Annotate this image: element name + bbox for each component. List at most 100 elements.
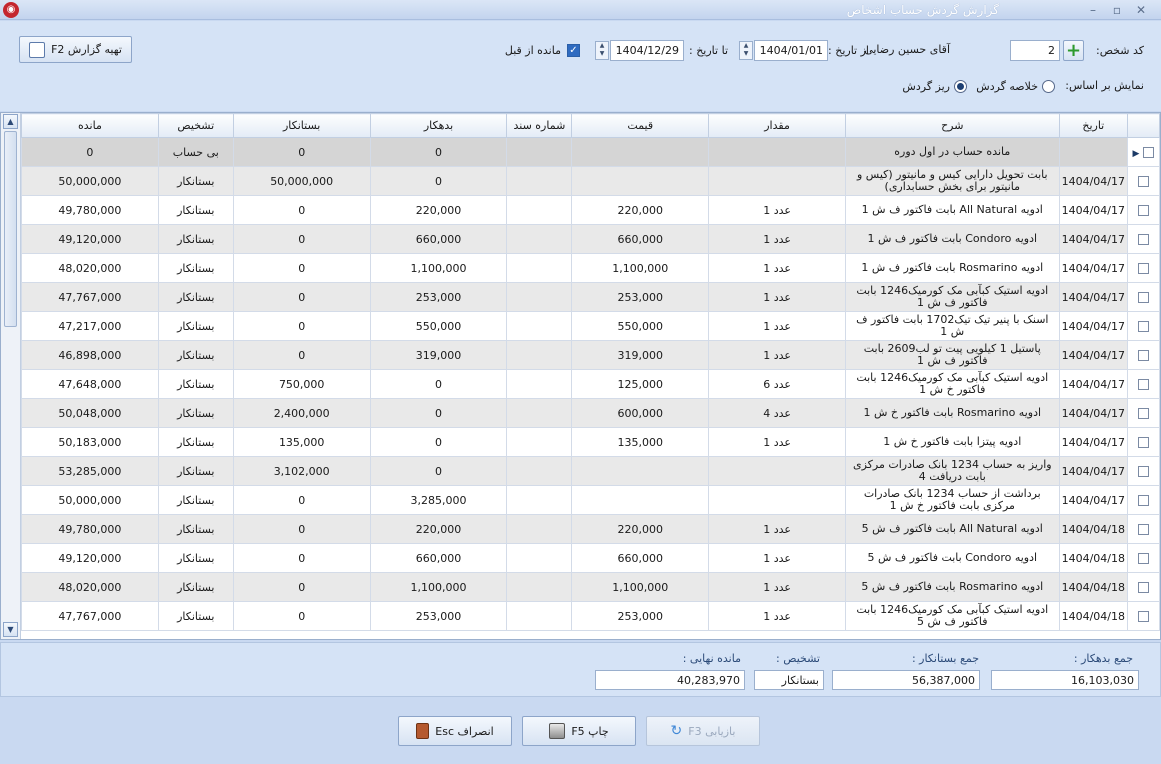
col-header-debit[interactable]: بدهکار (369, 113, 508, 138)
final-balance-label: مانده نهایی : (682, 652, 741, 665)
maximize-button[interactable]: ▫ (1108, 2, 1126, 18)
table-row[interactable]: 0 بی حساب 0 0 مانده حساب در اول دوره ▶ (21, 137, 1160, 167)
row-select-cell[interactable] (1127, 485, 1160, 515)
table-row[interactable]: 53,285,000 بستانکار 3,102,000 0 واریز به حسا… (21, 456, 1160, 486)
vertical-scrollbar[interactable]: ▲ ▼ (1, 113, 21, 639)
row-checkbox[interactable] (1138, 379, 1149, 390)
row-checkbox[interactable] (1138, 176, 1149, 187)
row-select-cell[interactable] (1127, 456, 1160, 486)
row-select-cell[interactable] (1127, 369, 1160, 399)
row-select-cell[interactable] (1127, 514, 1160, 544)
row-checkbox[interactable] (1138, 408, 1149, 419)
table-row[interactable]: 47,648,000 بستانکار 750,000 0 125,000 6 عدد اد… (21, 369, 1160, 399)
cell-debit: 1,100,000 (369, 253, 508, 283)
row-select-cell[interactable]: ▶ (1127, 137, 1160, 167)
table-row[interactable]: 49,780,000 بستانکار 0 220,000 220,000 1 عدد اد… (21, 195, 1160, 225)
row-checkbox[interactable] (1138, 234, 1149, 245)
app-icon[interactable]: ◉ (3, 2, 19, 18)
credit-total-value: 56,387,000 (832, 670, 980, 690)
from-date-input[interactable]: 1404/01/01 (754, 40, 828, 61)
cell-credit: 0 (232, 311, 371, 341)
row-select-cell[interactable] (1127, 166, 1160, 196)
row-select-cell[interactable] (1127, 224, 1160, 254)
cell-status: بستانکار (157, 224, 234, 254)
refresh-button[interactable]: بازیابی F3 ↻ (646, 716, 760, 746)
row-select-cell[interactable] (1127, 398, 1160, 428)
cell-desc: ادویه پیتزا بابت فاکتور خ ش 1 (844, 427, 1060, 457)
row-checkbox[interactable] (1138, 524, 1149, 535)
table-row[interactable]: 49,120,000 بستانکار 0 660,000 660,000 1 عدد اد… (21, 543, 1160, 573)
scroll-down-button[interactable]: ▼ (3, 622, 18, 637)
prepare-report-button[interactable]: تهیه گزارش F2 (19, 36, 132, 63)
table-row[interactable]: 47,217,000 بستانکار 0 550,000 550,000 1 عدد اس… (21, 311, 1160, 341)
row-checkbox[interactable] (1138, 495, 1149, 506)
col-header-status[interactable]: تشخیص (157, 113, 234, 138)
row-checkbox[interactable] (1138, 292, 1149, 303)
row-select-cell[interactable] (1127, 543, 1160, 573)
table-row[interactable]: 48,020,000 بستانکار 0 1,100,000 1,100,000 1 ع… (21, 572, 1160, 602)
row-checkbox[interactable] (1138, 205, 1149, 216)
row-checkbox[interactable] (1138, 466, 1149, 477)
col-header-balance[interactable]: مانده (21, 113, 159, 138)
table-row[interactable]: 47,767,000 بستانکار 0 253,000 253,000 1 عدد اد… (21, 601, 1160, 631)
radio-summary[interactable] (1042, 80, 1055, 93)
row-checkbox[interactable] (1138, 321, 1149, 332)
minimize-button[interactable]: – (1084, 2, 1102, 18)
row-select-cell[interactable] (1127, 195, 1160, 225)
cell-desc: ادویه Condoro بابت فاکتور ف ش 5 (844, 543, 1060, 573)
cell-status: بستانکار (157, 311, 234, 341)
table-row[interactable]: 50,000,000 بستانکار 0 3,285,000 برداشت از حس… (21, 485, 1160, 515)
col-header-doc[interactable]: شماره سند (506, 113, 573, 138)
cancel-button[interactable]: انصراف Esc (398, 716, 512, 746)
table-row[interactable]: 49,120,000 بستانکار 0 660,000 660,000 1 عدد اد… (21, 224, 1160, 254)
col-header-date[interactable]: تاریخ (1058, 113, 1129, 138)
table-row[interactable]: 46,898,000 بستانکار 0 319,000 319,000 1 عدد پا… (21, 340, 1160, 370)
cell-credit: 0 (232, 195, 371, 225)
row-select-cell[interactable] (1127, 282, 1160, 312)
table-body: 0 بی حساب 0 0 مانده حساب در اول دوره ▶ 50,000,… (21, 137, 1160, 631)
scroll-thumb[interactable] (4, 131, 17, 327)
table-row[interactable]: 48,020,000 بستانکار 0 1,100,000 1,100,000 1 ع… (21, 253, 1160, 283)
row-checkbox[interactable] (1138, 263, 1149, 274)
table-row[interactable]: 47,767,000 بستانکار 0 253,000 253,000 1 عدد اد… (21, 282, 1160, 312)
scroll-up-button[interactable]: ▲ (3, 114, 18, 129)
col-header-credit[interactable]: بستانکار (232, 113, 371, 138)
prev-balance-checkbox[interactable]: ✓ (567, 44, 580, 57)
col-header-qty[interactable]: مقدار (708, 113, 846, 138)
person-code-input[interactable]: 2 (1010, 40, 1060, 61)
cell-qty (708, 166, 846, 196)
table-row[interactable]: 49,780,000 بستانکار 0 220,000 220,000 1 عدد اد… (21, 514, 1160, 544)
row-checkbox[interactable] (1138, 553, 1149, 564)
col-header-price[interactable]: قیمت (571, 113, 710, 138)
cell-desc: پاستیل 1 کیلویی پیت تو لب2609 بابت فاکتو… (844, 340, 1060, 370)
row-select-cell[interactable] (1127, 340, 1160, 370)
cell-balance: 0 (21, 137, 159, 167)
add-person-button[interactable]: + (1063, 40, 1084, 61)
from-date-spinner[interactable]: ▲ ▼ (739, 41, 753, 60)
table-row[interactable]: 50,000,000 بستانکار 50,000,000 0 بابت تحویل … (21, 166, 1160, 196)
cell-credit: 135,000 (232, 427, 371, 457)
row-select-cell[interactable] (1127, 427, 1160, 457)
cell-balance: 50,048,000 (21, 398, 159, 428)
to-date-input[interactable]: 1404/12/29 (610, 40, 684, 61)
cell-credit: 750,000 (232, 369, 371, 399)
cell-status: بستانکار (157, 543, 234, 573)
row-checkbox[interactable] (1143, 147, 1155, 158)
row-select-cell[interactable] (1127, 572, 1160, 602)
row-select-cell[interactable] (1127, 311, 1160, 341)
table-row[interactable]: 50,048,000 بستانکار 2,400,000 0 600,000 4 عدد… (21, 398, 1160, 428)
row-select-cell[interactable] (1127, 601, 1160, 631)
table-row[interactable]: 50,183,000 بستانکار 135,000 0 135,000 1 عدد اد… (21, 427, 1160, 457)
row-checkbox[interactable] (1138, 582, 1149, 593)
radio-detail[interactable] (954, 80, 967, 93)
row-checkbox[interactable] (1138, 350, 1149, 361)
row-checkbox[interactable] (1138, 611, 1149, 622)
check-icon: ✓ (569, 45, 578, 56)
close-button[interactable]: ✕ (1132, 2, 1150, 18)
col-header-desc[interactable]: شرح (844, 113, 1060, 138)
to-date-spinner[interactable]: ▲ ▼ (595, 41, 609, 60)
row-select-cell[interactable] (1127, 253, 1160, 283)
row-checkbox[interactable] (1138, 437, 1149, 448)
print-button[interactable]: چاپ F5 (522, 716, 636, 746)
cell-price: 660,000 (571, 224, 710, 254)
